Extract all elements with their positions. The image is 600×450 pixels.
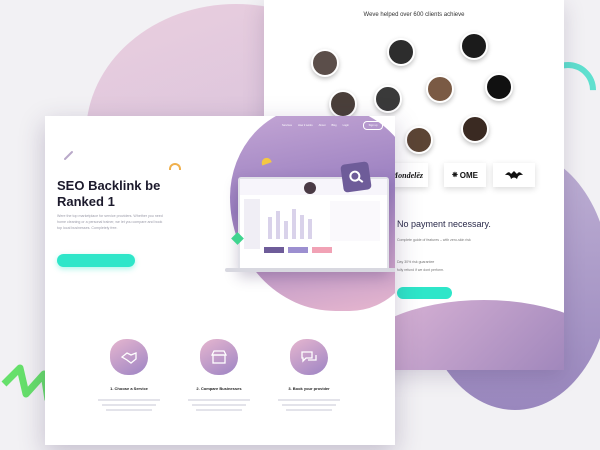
logo-mark-icon: ❋ xyxy=(451,172,460,179)
client-avatar xyxy=(374,85,402,113)
client-avatar xyxy=(387,38,415,66)
front-page-mockup: Services How it works About Blog Login S… xyxy=(45,116,395,445)
step-title: 3. Book your provider xyxy=(288,386,330,391)
decorative-arc-small xyxy=(169,163,181,170)
nav-item[interactable]: Login xyxy=(343,124,349,127)
dashboard-stat xyxy=(288,247,308,253)
step-icon-blob xyxy=(290,339,328,375)
feature-line: fully refund if we dont perform. xyxy=(397,268,445,272)
storefront-icon xyxy=(210,350,228,364)
dashboard-panel xyxy=(330,201,380,241)
step-icon-blob xyxy=(110,339,148,375)
search-tile xyxy=(340,161,372,193)
step-description xyxy=(188,396,250,414)
chat-icon xyxy=(301,351,317,363)
client-avatar xyxy=(461,115,489,143)
signup-button[interactable]: Sign up xyxy=(363,121,383,130)
step-icon-blob xyxy=(200,339,238,375)
nav-item[interactable]: Blog xyxy=(331,124,336,127)
nav-item[interactable]: Services xyxy=(282,124,292,127)
dashboard-sidebar xyxy=(244,199,260,249)
client-avatar xyxy=(405,126,433,154)
handshake-icon xyxy=(120,352,137,364)
bat-logo-icon xyxy=(505,171,523,179)
search-icon xyxy=(349,170,364,183)
dashboard-preview xyxy=(238,177,389,271)
dashboard-chart xyxy=(264,201,324,241)
client-logo xyxy=(493,163,535,187)
client-logo: ❋ OME xyxy=(444,163,486,187)
top-nav: Services How it works About Blog Login xyxy=(282,124,349,127)
get-started-button[interactable] xyxy=(397,287,452,299)
step-description xyxy=(98,396,160,414)
client-avatar xyxy=(460,32,488,60)
client-avatar xyxy=(329,90,357,118)
step-title: 2. Compare Businesses xyxy=(196,386,242,391)
nav-item[interactable]: How it works xyxy=(298,124,313,127)
no-payment-heading: No payment necessary. xyxy=(397,219,491,229)
client-avatar xyxy=(485,73,513,101)
decorative-stroke xyxy=(64,151,73,160)
step-title: 1. Choose a Service xyxy=(110,386,148,391)
clients-heading: Weve helped over 600 clients achieve xyxy=(363,12,465,18)
compare-businesses-button[interactable] xyxy=(57,254,135,267)
dashboard-stat xyxy=(264,247,284,253)
feature-line: Day 30% risk guarantee xyxy=(397,260,435,264)
hero-description: Were the top marketplace for service pro… xyxy=(57,214,163,230)
nav-item[interactable]: About xyxy=(319,124,326,127)
dashboard-stat xyxy=(312,247,332,253)
dashboard-avatar xyxy=(304,182,316,194)
feature-line: Complete guide of features – with zero-s… xyxy=(397,238,471,242)
laptop-base xyxy=(225,268,395,272)
step-description xyxy=(278,396,340,414)
page-title: SEO Backlink be Ranked 1 xyxy=(57,178,161,209)
logo-text: OME xyxy=(459,170,479,180)
client-avatar xyxy=(426,75,454,103)
client-avatar xyxy=(311,49,339,77)
